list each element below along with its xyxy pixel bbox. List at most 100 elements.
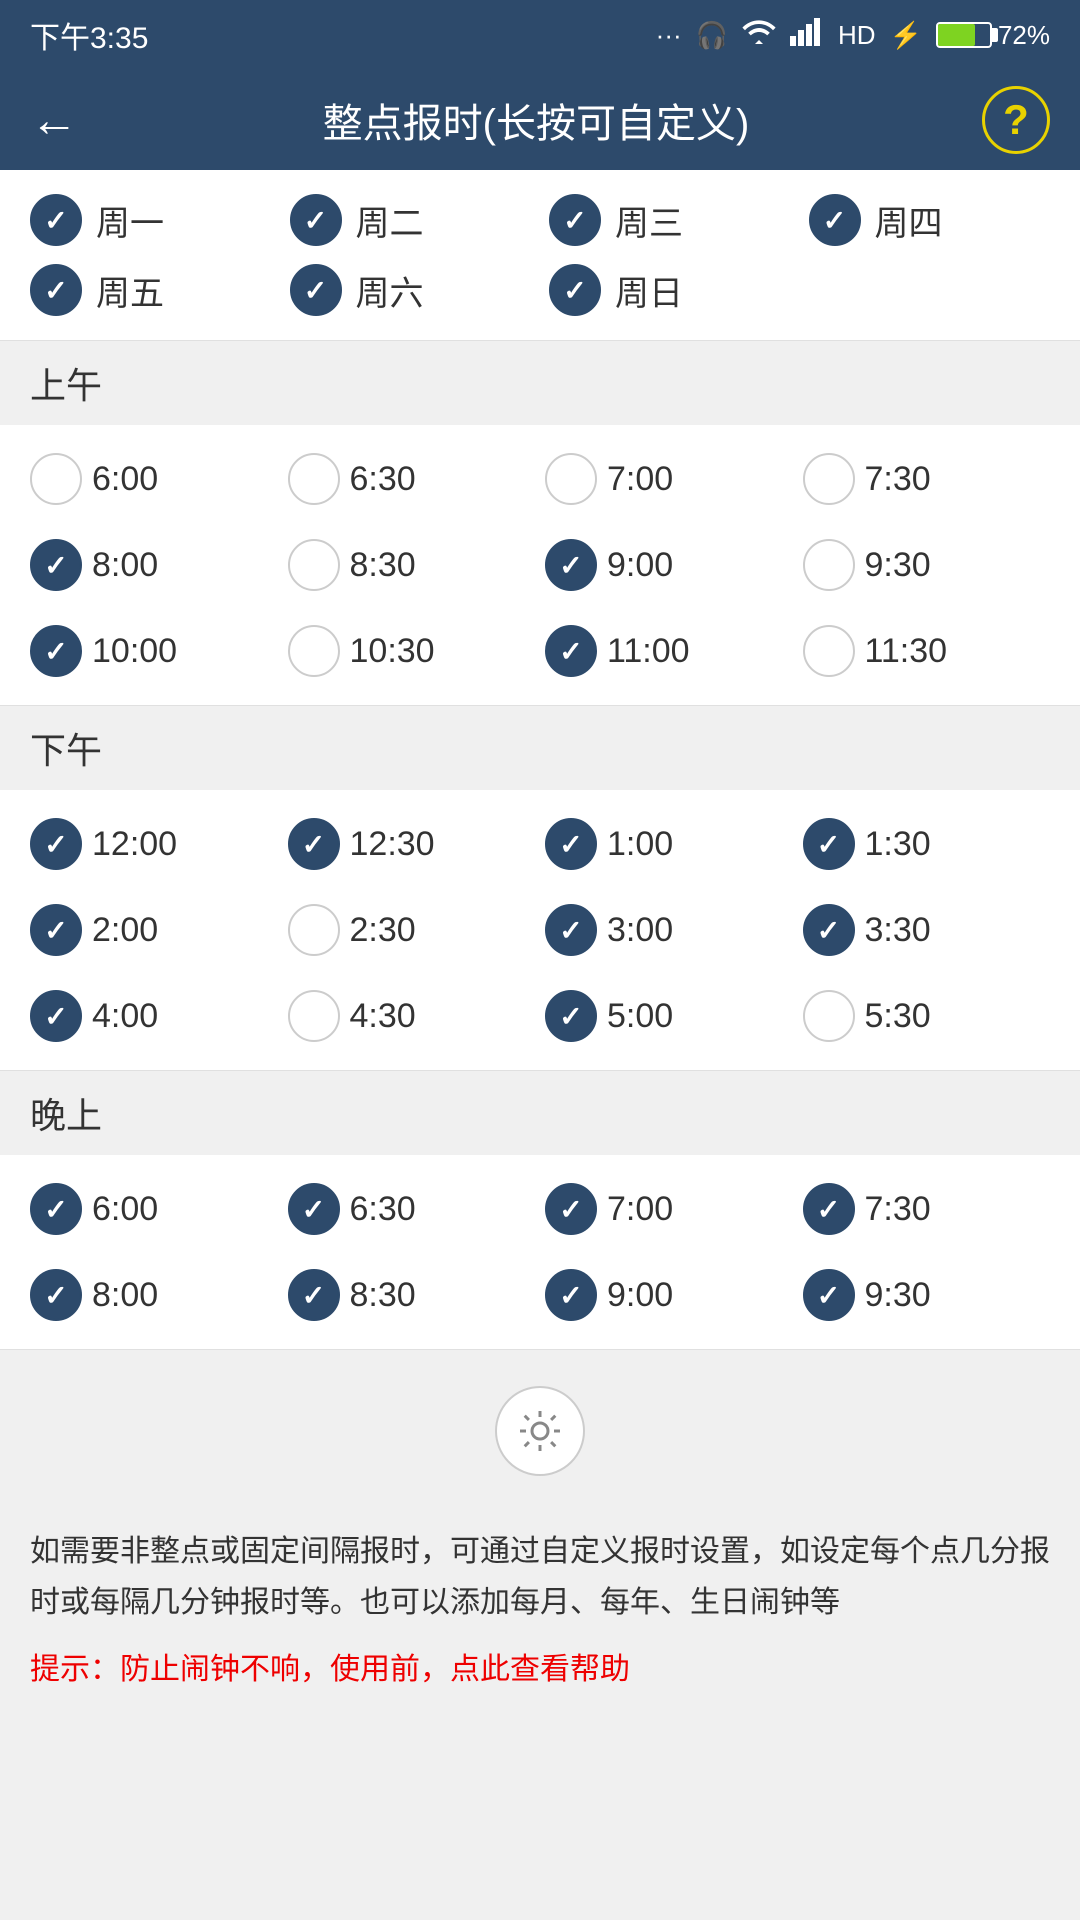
time-label: 7:30 xyxy=(865,1190,931,1229)
time-item[interactable]: 6:30 xyxy=(288,445,536,513)
time-label: 8:00 xyxy=(92,546,158,585)
time-item[interactable]: 8:00 xyxy=(30,1261,278,1329)
time-checkbox xyxy=(30,625,82,677)
morning-section-header: 上午 xyxy=(0,340,1080,425)
day-item-周一[interactable]: 周一 xyxy=(30,194,272,246)
time-item[interactable]: 6:00 xyxy=(30,445,278,513)
time-label: 12:00 xyxy=(92,825,177,864)
signal-bars-icon xyxy=(790,18,824,53)
time-item[interactable]: 2:30 xyxy=(288,896,536,964)
day-item-周二[interactable]: 周二 xyxy=(290,194,532,246)
time-item[interactable]: 9:30 xyxy=(803,531,1051,599)
time-item[interactable]: 7:00 xyxy=(545,445,793,513)
time-label: 8:30 xyxy=(350,546,416,585)
time-item[interactable]: 4:30 xyxy=(288,982,536,1050)
time-label: 10:00 xyxy=(92,632,177,671)
day-checkbox-周一 xyxy=(30,194,82,246)
time-checkbox xyxy=(803,904,855,956)
time-label: 5:00 xyxy=(607,997,673,1036)
time-item[interactable]: 9:00 xyxy=(545,1261,793,1329)
time-item[interactable]: 5:00 xyxy=(545,982,793,1050)
lightning-icon: ⚡ xyxy=(890,20,922,51)
time-checkbox xyxy=(288,1269,340,1321)
time-item[interactable]: 12:30 xyxy=(288,810,536,878)
day-item-周四[interactable]: 周四 xyxy=(809,194,1051,246)
time-label: 8:30 xyxy=(350,1276,416,1315)
time-item[interactable]: 5:30 xyxy=(803,982,1051,1050)
day-label: 周三 xyxy=(615,196,683,245)
help-tip[interactable]: 提示：防止闹钟不响，使用前，点此查看帮助 xyxy=(30,1644,1050,1695)
day-label: 周六 xyxy=(356,266,424,315)
help-button[interactable]: ? xyxy=(982,86,1050,154)
time-item[interactable]: 10:30 xyxy=(288,617,536,685)
day-label: 周四 xyxy=(875,196,943,245)
time-item[interactable]: 9:30 xyxy=(803,1261,1051,1329)
time-item[interactable]: 1:30 xyxy=(803,810,1051,878)
time-checkbox xyxy=(803,990,855,1042)
headphone-icon: 🎧 xyxy=(696,20,728,51)
time-label: 7:00 xyxy=(607,1190,673,1229)
time-label: 4:00 xyxy=(92,997,158,1036)
time-item[interactable]: 7:00 xyxy=(545,1175,793,1243)
time-checkbox xyxy=(803,453,855,505)
time-item[interactable]: 9:00 xyxy=(545,531,793,599)
battery-percent: 72% xyxy=(998,20,1050,51)
back-button[interactable]: ← xyxy=(30,93,90,148)
time-checkbox xyxy=(288,453,340,505)
time-label: 11:30 xyxy=(865,632,948,671)
time-item[interactable]: 3:30 xyxy=(803,896,1051,964)
time-item[interactable]: 10:00 xyxy=(30,617,278,685)
evening-section-header: 晚上 xyxy=(0,1070,1080,1155)
time-checkbox xyxy=(545,539,597,591)
time-checkbox xyxy=(545,453,597,505)
time-label: 3:30 xyxy=(865,911,931,950)
time-checkbox xyxy=(545,625,597,677)
time-checkbox xyxy=(288,904,340,956)
day-label: 周日 xyxy=(615,266,683,315)
day-item-周日[interactable]: 周日 xyxy=(549,264,791,316)
day-checkbox-周四 xyxy=(809,194,861,246)
status-icons: ··· 🎧 HD ⚡ 72% xyxy=(656,18,1050,53)
settings-button[interactable] xyxy=(495,1386,585,1476)
time-label: 11:00 xyxy=(607,632,690,671)
time-label: 2:30 xyxy=(350,911,416,950)
time-item[interactable]: 8:30 xyxy=(288,531,536,599)
time-checkbox xyxy=(30,453,82,505)
time-checkbox xyxy=(30,539,82,591)
time-checkbox xyxy=(545,1269,597,1321)
time-label: 5:30 xyxy=(865,997,931,1036)
time-item[interactable]: 4:00 xyxy=(30,982,278,1050)
time-item[interactable]: 8:30 xyxy=(288,1261,536,1329)
afternoon-section-header: 下午 xyxy=(0,705,1080,790)
wifi-icon xyxy=(742,18,776,53)
time-item[interactable]: 7:30 xyxy=(803,1175,1051,1243)
afternoon-time-grid: 12:00 12:30 1:00 1:30 2:00 2:30 3:00 xyxy=(0,790,1080,1070)
time-checkbox xyxy=(545,904,597,956)
day-item-周六[interactable]: 周六 xyxy=(290,264,532,316)
time-label: 1:00 xyxy=(607,825,673,864)
time-item[interactable]: 11:00 xyxy=(545,617,793,685)
time-checkbox xyxy=(288,1183,340,1235)
time-item[interactable]: 2:00 xyxy=(30,896,278,964)
time-checkbox xyxy=(545,990,597,1042)
header: ← 整点报时(长按可自定义) ? xyxy=(0,70,1080,170)
time-label: 6:30 xyxy=(350,1190,416,1229)
gear-icon xyxy=(516,1407,564,1455)
time-checkbox xyxy=(803,1269,855,1321)
time-item[interactable]: 8:00 xyxy=(30,531,278,599)
day-item-周五[interactable]: 周五 xyxy=(30,264,272,316)
time-item[interactable]: 1:00 xyxy=(545,810,793,878)
time-item[interactable]: 6:00 xyxy=(30,1175,278,1243)
time-item[interactable]: 6:30 xyxy=(288,1175,536,1243)
time-item[interactable]: 11:30 xyxy=(803,617,1051,685)
status-bar: 下午3:35 ··· 🎧 HD ⚡ 72% xyxy=(0,0,1080,70)
day-label: 周二 xyxy=(356,196,424,245)
time-item[interactable]: 3:00 xyxy=(545,896,793,964)
day-item-周三[interactable]: 周三 xyxy=(549,194,791,246)
time-label: 9:30 xyxy=(865,1276,931,1315)
time-item[interactable]: 12:00 xyxy=(30,810,278,878)
time-label: 8:00 xyxy=(92,1276,158,1315)
time-item[interactable]: 7:30 xyxy=(803,445,1051,513)
info-text: 如需要非整点或固定间隔报时，可通过自定义报时设置，如设定每个点几分报时或每隔几分… xyxy=(30,1526,1050,1628)
battery-indicator: 72% xyxy=(936,20,1050,51)
